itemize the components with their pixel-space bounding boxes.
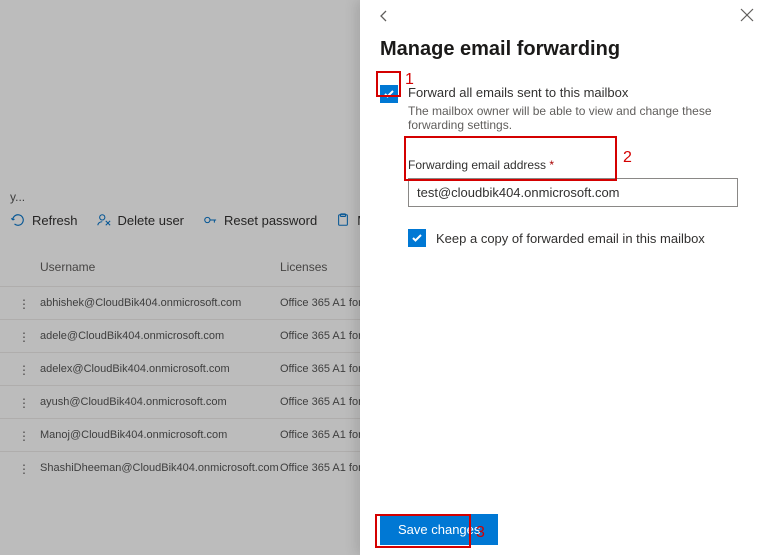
keep-copy-checkbox[interactable] [408,229,426,247]
save-button[interactable]: Save changes [380,514,498,545]
address-field-label: Forwarding email address * [408,158,752,172]
forwarding-address-input[interactable] [408,178,738,207]
manage-forwarding-panel: Manage email forwarding Forward all emai… [360,0,768,555]
close-icon[interactable] [740,8,754,27]
forward-label: Forward all emails sent to this mailbox [408,85,752,100]
panel-title: Manage email forwarding [380,38,752,61]
keep-copy-label: Keep a copy of forwarded email in this m… [436,231,705,246]
forward-subtext: The mailbox owner will be able to view a… [408,104,752,132]
forward-checkbox[interactable] [380,85,398,103]
back-icon[interactable] [376,8,392,29]
